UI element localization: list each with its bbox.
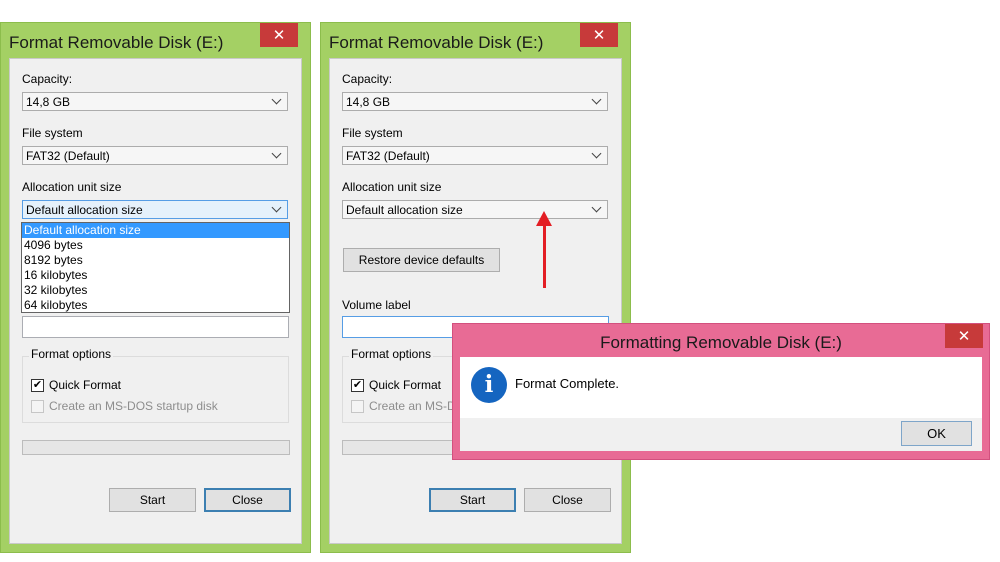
- dropdown-option[interactable]: 8192 bytes: [22, 253, 289, 268]
- volume-label: Volume label: [342, 298, 411, 312]
- capacity-label: Capacity:: [22, 72, 73, 86]
- chevron-down-icon: [592, 204, 602, 214]
- dialog-body: Capacity: 14,8 GB File system FAT32 (Def…: [329, 58, 622, 544]
- quick-format-row[interactable]: ✔ Quick Format: [351, 378, 441, 392]
- message-box-title: Formatting Removable Disk (E:): [600, 333, 842, 352]
- capacity-value: 14,8 GB: [346, 95, 391, 109]
- format-options-label: Format options: [29, 347, 114, 361]
- format-dialog-left: Format Removable Disk (E:) Capacity: 14,…: [0, 22, 311, 553]
- window-title: Format Removable Disk (E:): [9, 33, 224, 52]
- red-arrow-icon: [536, 211, 552, 226]
- close-icon[interactable]: [260, 23, 298, 47]
- window-title: Format Removable Disk (E:): [329, 33, 544, 52]
- chevron-down-icon: [272, 96, 282, 106]
- allocation-label: Allocation unit size: [22, 180, 122, 194]
- dropdown-option[interactable]: 16 kilobytes: [22, 268, 289, 283]
- volume-label-input[interactable]: [22, 316, 289, 338]
- red-arrow-shaft: [543, 224, 546, 288]
- chevron-down-icon: [272, 204, 282, 214]
- checkbox-checked-icon[interactable]: ✔: [31, 378, 44, 392]
- dropdown-option[interactable]: 64 kilobytes: [22, 298, 289, 313]
- allocation-value: Default allocation size: [26, 203, 143, 217]
- quick-format-label: Quick Format: [369, 378, 442, 392]
- format-complete-dialog: Formatting Removable Disk (E:) i Format …: [452, 323, 990, 460]
- chevron-down-icon: [272, 150, 282, 160]
- msdos-row: Create an MS-DOS startup disk: [31, 399, 218, 413]
- quick-format-label: Quick Format: [49, 378, 122, 392]
- file-system-label: File system: [22, 126, 83, 140]
- start-button[interactable]: Start: [429, 488, 516, 512]
- msdos-label: Create an MS-DOS startup disk: [49, 399, 218, 413]
- message-text: Format Complete.: [515, 376, 620, 391]
- file-system-select[interactable]: FAT32 (Default): [342, 146, 608, 165]
- dropdown-option[interactable]: Default allocation size: [22, 223, 289, 238]
- msdos-label: Create an MS-D: [369, 399, 456, 413]
- close-icon[interactable]: [580, 23, 618, 47]
- file-system-select[interactable]: FAT32 (Default): [22, 146, 288, 165]
- allocation-value: Default allocation size: [346, 203, 463, 217]
- message-content: i Format Complete.: [460, 357, 982, 418]
- start-button[interactable]: Start: [109, 488, 196, 512]
- capacity-value: 14,8 GB: [26, 95, 71, 109]
- restore-defaults-button[interactable]: Restore device defaults: [343, 248, 500, 272]
- format-dialog-right: Format Removable Disk (E:) Capacity: 14,…: [320, 22, 631, 553]
- allocation-select[interactable]: Default allocation size: [342, 200, 608, 219]
- info-icon: i: [471, 367, 507, 403]
- quick-format-row[interactable]: ✔ Quick Format: [31, 378, 121, 392]
- chevron-down-icon: [592, 150, 602, 160]
- dropdown-option[interactable]: 4096 bytes: [22, 238, 289, 253]
- checkbox-checked-icon[interactable]: ✔: [351, 378, 364, 392]
- allocation-select[interactable]: Default allocation size: [22, 200, 288, 219]
- capacity-select[interactable]: 14,8 GB: [22, 92, 288, 111]
- allocation-label: Allocation unit size: [342, 180, 442, 194]
- file-system-value: FAT32 (Default): [26, 149, 110, 163]
- ok-button[interactable]: OK: [901, 421, 972, 446]
- allocation-dropdown-list: Default allocation size 4096 bytes 8192 …: [21, 222, 290, 313]
- checkbox-icon: [351, 399, 364, 413]
- format-options-label: Format options: [349, 347, 434, 361]
- checkbox-icon: [31, 399, 44, 413]
- chevron-down-icon: [592, 96, 602, 106]
- progress-bar: [22, 440, 290, 455]
- message-footer: OK: [460, 418, 982, 451]
- capacity-select[interactable]: 14,8 GB: [342, 92, 608, 111]
- close-icon[interactable]: [945, 324, 983, 348]
- file-system-value: FAT32 (Default): [346, 149, 430, 163]
- file-system-label: File system: [342, 126, 403, 140]
- capacity-label: Capacity:: [342, 72, 393, 86]
- msdos-row: Create an MS-D: [351, 399, 456, 413]
- dropdown-option[interactable]: 32 kilobytes: [22, 283, 289, 298]
- close-button[interactable]: Close: [524, 488, 611, 512]
- close-button[interactable]: Close: [204, 488, 291, 512]
